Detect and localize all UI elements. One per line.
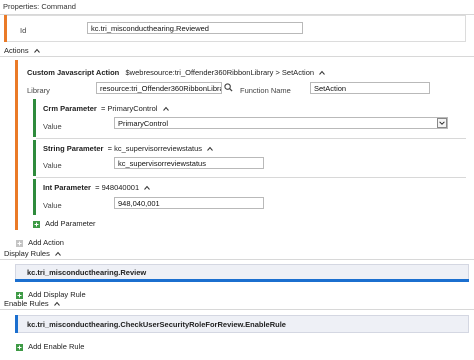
- library-input[interactable]: resource:tri_Offender360RibbonLibrary: [96, 82, 222, 94]
- actions-section-header[interactable]: Actions: [4, 46, 40, 55]
- chevron-up-icon[interactable]: [144, 185, 151, 191]
- actions-section-label: Actions: [4, 46, 29, 55]
- display-rule-name: kc.tri_misconducthearing.Review: [27, 268, 147, 277]
- display-rules-divider: [0, 259, 474, 260]
- plus-icon: [16, 343, 23, 351]
- plus-icon: [16, 239, 23, 247]
- plus-icon: [16, 291, 23, 299]
- crm-param-accent-bar: [33, 99, 36, 137]
- add-parameter-button[interactable]: Add Parameter: [33, 219, 96, 228]
- int-param-accent-bar: [33, 179, 36, 215]
- chevron-down-icon[interactable]: [437, 118, 447, 128]
- int-parameter-value-label: Value: [43, 201, 62, 210]
- string-param-accent-bar: [33, 140, 36, 176]
- crm-parameter-value-label: Value: [43, 122, 62, 131]
- panel-title: Properties: Command: [0, 0, 474, 14]
- custom-action-header[interactable]: Custom Javascript Action $webresource:tr…: [27, 68, 326, 77]
- string-parameter-type: String Parameter: [43, 144, 104, 153]
- function-name-input[interactable]: SetAction: [310, 82, 430, 94]
- chevron-up-icon[interactable]: [162, 106, 169, 112]
- int-parameter-input[interactable]: 948,040,001: [114, 197, 264, 209]
- string-parameter-value-label: Value: [43, 161, 62, 170]
- enable-rule-accent-bar: [15, 315, 18, 333]
- add-action-label: Add Action: [28, 238, 64, 247]
- chevron-up-icon[interactable]: [55, 251, 61, 257]
- enable-rule-name: kc.tri_misconducthearing.CheckUserSecuri…: [27, 320, 286, 329]
- crm-parameter-select[interactable]: PrimaryControl: [114, 117, 448, 129]
- add-display-rule-button[interactable]: Add Display Rule: [16, 290, 86, 299]
- crm-parameter-eq: = PrimaryControl: [100, 104, 158, 113]
- action-accent-bar: [15, 60, 18, 230]
- int-parameter-eq: = 948040001: [95, 183, 140, 192]
- add-enable-rule-button[interactable]: Add Enable Rule: [16, 342, 84, 351]
- actions-divider: [0, 56, 474, 57]
- param-divider: [36, 138, 466, 139]
- int-parameter-type: Int Parameter: [43, 183, 91, 192]
- custom-action-path: $webresource:tri_Offender360RibbonLibrar…: [125, 68, 315, 77]
- enable-rules-section-label: Enable Rules: [4, 299, 49, 308]
- library-label: Library: [27, 86, 50, 95]
- custom-action-title: Custom Javascript Action: [27, 68, 120, 77]
- add-enable-rule-label: Add Enable Rule: [28, 342, 85, 351]
- crm-parameter-header[interactable]: Crm Parameter = PrimaryControl: [43, 104, 169, 113]
- enable-rules-section-header[interactable]: Enable Rules: [4, 299, 60, 308]
- display-rule-accent-bar: [15, 279, 469, 282]
- add-action-button[interactable]: Add Action: [16, 238, 64, 247]
- chevron-up-icon[interactable]: [33, 48, 40, 54]
- string-parameter-header[interactable]: String Parameter = kc_supervisorreviewst…: [43, 144, 214, 153]
- function-name-label: Function Name: [240, 86, 291, 95]
- chevron-up-icon[interactable]: [319, 70, 326, 76]
- display-rules-section-label: Display Rules: [4, 249, 50, 258]
- id-accent-bar: [4, 15, 7, 42]
- string-parameter-input[interactable]: kc_supervisorreviewstatus: [114, 157, 264, 169]
- search-icon[interactable]: [224, 83, 233, 92]
- param-divider: [36, 177, 466, 178]
- enable-rules-divider: [0, 309, 474, 310]
- chevron-up-icon[interactable]: [207, 146, 214, 152]
- display-rules-section-header[interactable]: Display Rules: [4, 249, 61, 258]
- add-parameter-label: Add Parameter: [45, 219, 96, 228]
- id-input[interactable]: kc.tri_misconducthearing.Reviewed: [87, 22, 303, 34]
- string-parameter-eq: = kc_supervisorreviewstatus: [107, 144, 203, 153]
- plus-icon: [33, 220, 40, 228]
- int-parameter-header[interactable]: Int Parameter = 948040001: [43, 183, 151, 192]
- chevron-up-icon[interactable]: [53, 301, 60, 307]
- add-display-rule-label: Add Display Rule: [28, 290, 86, 299]
- crm-parameter-type: Crm Parameter: [43, 104, 97, 113]
- id-label: Id: [20, 26, 27, 35]
